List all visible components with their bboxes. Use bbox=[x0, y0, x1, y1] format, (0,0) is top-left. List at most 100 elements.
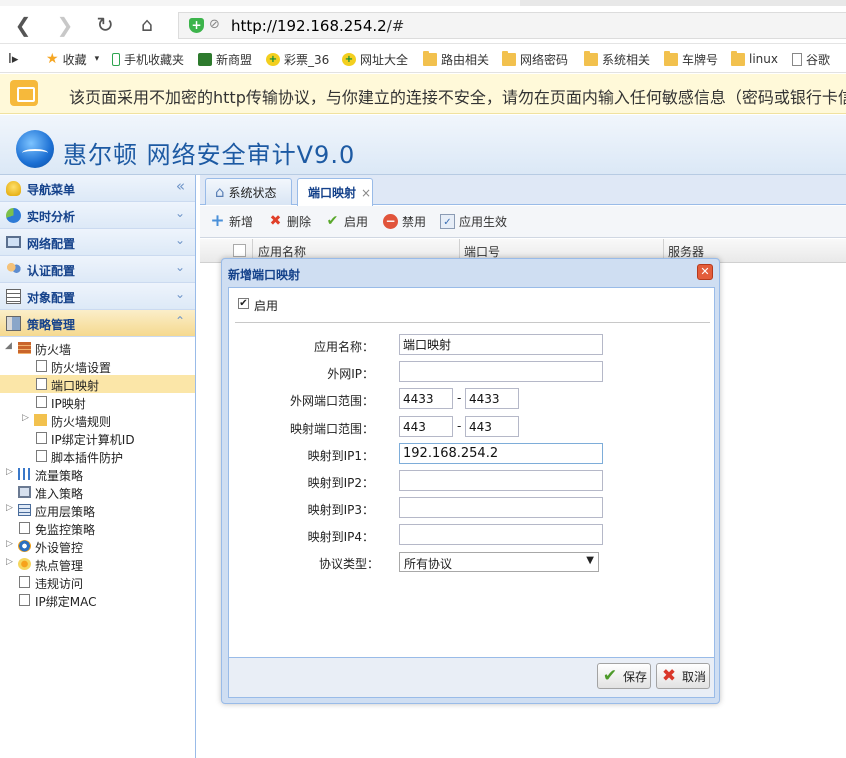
bookmark-mobile[interactable]: 手机收藏夹 bbox=[112, 51, 184, 67]
shield-icon: + bbox=[189, 18, 204, 33]
save-button[interactable]: ✔ 保存 bbox=[597, 663, 651, 689]
collapse-icon[interactable]: « bbox=[176, 177, 185, 195]
home-button[interactable]: ⌂ bbox=[134, 12, 160, 38]
dialog-body: ✔ 启用 应用名称： 外网IP： 外网端口范围： - 映射端口范围： - 映射到… bbox=[228, 287, 715, 658]
enable-checkbox[interactable]: ✔ bbox=[238, 298, 249, 309]
expand-icon[interactable]: ⌄ bbox=[175, 206, 185, 220]
wan-port-from-input[interactable] bbox=[399, 388, 453, 409]
map-port-to-input[interactable] bbox=[465, 416, 519, 437]
tree-item-firewall-rules[interactable]: ▷ 防火墙规则 bbox=[0, 411, 195, 429]
bookmark-google[interactable]: 谷歌 bbox=[792, 51, 830, 67]
bookmark-url-directory[interactable]: + 网址大全 bbox=[342, 51, 408, 67]
add-port-mapping-dialog: 新增端口映射 ✕ ✔ 启用 应用名称： 外网IP： 外网端口范围： - 映射端口… bbox=[221, 258, 720, 704]
disable-icon: − bbox=[383, 214, 398, 229]
sidebar-section-nav-menu[interactable]: 导航菜单 « bbox=[0, 175, 195, 202]
tree-collapsed-icon[interactable]: ▷ bbox=[6, 503, 13, 513]
tree-expanded-icon[interactable]: ◢ bbox=[5, 341, 12, 351]
ip3-label: 映射到IP3： bbox=[307, 503, 374, 517]
ip4-input[interactable] bbox=[399, 524, 603, 545]
tree-item-hotspot[interactable]: ▷ 热点管理 bbox=[0, 555, 195, 573]
ip2-input[interactable] bbox=[399, 470, 603, 491]
apply-button[interactable]: ✓ 应用生效 bbox=[440, 213, 507, 230]
wan-ip-input[interactable] bbox=[399, 361, 603, 382]
cancel-icon: ✖ bbox=[661, 666, 677, 686]
ip1-input[interactable] bbox=[399, 443, 603, 464]
wan-port-to-input[interactable] bbox=[465, 388, 519, 409]
tree-item-firewall-settings[interactable]: 防火墙设置 bbox=[0, 357, 195, 375]
bookmarks-bar: I▸ ★ 收藏 ▾ 手机收藏夹 新商盟 + 彩票_36 + 网址大全 路由相关 网络密码… bbox=[0, 45, 846, 73]
tree-item-ip-mapping[interactable]: IP映射 bbox=[0, 393, 195, 411]
folder-icon bbox=[664, 50, 678, 66]
tree-item-port-mapping[interactable]: 端口映射 bbox=[0, 375, 195, 393]
delete-button[interactable]: ✖ 删除 bbox=[268, 213, 311, 230]
select-all-checkbox[interactable] bbox=[233, 244, 246, 257]
back-button[interactable]: ❮ bbox=[10, 12, 36, 38]
tree-item-violation-access[interactable]: 违规访问 bbox=[0, 573, 195, 591]
bookmark-plate[interactable]: 车牌号 bbox=[664, 50, 718, 67]
flow-icon bbox=[18, 468, 31, 480]
hotspot-icon bbox=[18, 558, 31, 570]
list-icon bbox=[6, 289, 21, 304]
expand-icon[interactable]: ⌄ bbox=[175, 260, 185, 274]
dialog-close-button[interactable]: ✕ bbox=[697, 264, 713, 280]
doc-icon bbox=[36, 378, 47, 390]
tab-close-icon[interactable]: × bbox=[361, 186, 371, 200]
tree-collapsed-icon[interactable]: ▷ bbox=[6, 467, 13, 477]
tree-item-firewall[interactable]: ◢ 防火墙 bbox=[0, 339, 195, 357]
map-port-from-input[interactable] bbox=[399, 416, 453, 437]
expand-icon[interactable]: ⌄ bbox=[175, 233, 185, 247]
tree-item-ip-bind-mac[interactable]: IP绑定MAC bbox=[0, 591, 195, 609]
forward-button[interactable]: ❯ bbox=[52, 12, 78, 38]
app-title: 惠尔顿 网络安全审计V9.0 bbox=[63, 141, 356, 169]
bookmark-xinshangmeng[interactable]: 新商盟 bbox=[198, 51, 252, 67]
tree-item-monitor-exempt[interactable]: 免监控策略 bbox=[0, 519, 195, 537]
protocol-selected-value: 所有协议 bbox=[404, 557, 453, 571]
tree-collapsed-icon[interactable]: ▷ bbox=[6, 557, 13, 567]
bookmark-router[interactable]: 路由相关 bbox=[423, 50, 489, 67]
ip4-label: 映射到IP4： bbox=[307, 530, 374, 544]
bookmark-linux[interactable]: linux bbox=[731, 50, 778, 67]
tree-item-peripheral[interactable]: ▷ 外设管控 bbox=[0, 537, 195, 555]
sidebar-section-objects[interactable]: 对象配置 ⌄ bbox=[0, 283, 195, 310]
bookmark-network-password[interactable]: 网络密码 bbox=[502, 50, 568, 67]
tree-item-app-layer-policy[interactable]: ▷ 应用层策略 bbox=[0, 501, 195, 519]
add-button[interactable]: + 新增 bbox=[210, 213, 253, 230]
insecure-icon: ⊘ bbox=[209, 17, 220, 32]
address-bar[interactable]: + ⊘ http://192.168.254.2/# bbox=[178, 12, 846, 39]
disable-button[interactable]: − 禁用 bbox=[383, 213, 426, 230]
tree-item-traffic-policy[interactable]: ▷ 流量策略 bbox=[0, 465, 195, 483]
tree-item-script-plugin[interactable]: 脚本插件防护 bbox=[0, 447, 195, 465]
leaf-icon bbox=[198, 52, 212, 66]
sidebar-section-network[interactable]: 网络配置 ⌄ bbox=[0, 229, 195, 256]
cancel-button[interactable]: ✖ 取消 bbox=[656, 663, 710, 689]
bookmark-lottery[interactable]: + 彩票_36 bbox=[266, 51, 329, 67]
home-icon: ⌂ bbox=[215, 183, 225, 201]
sidebar-section-realtime[interactable]: 实时分析 ⌄ bbox=[0, 202, 195, 229]
reload-button[interactable]: ↻ bbox=[92, 12, 118, 38]
firewall-icon bbox=[18, 342, 31, 354]
tree-item-access-policy[interactable]: 准入策略 bbox=[0, 483, 195, 501]
tab-system-status[interactable]: ⌂ 系统状态 bbox=[205, 178, 292, 205]
ip1-label: 映射到IP1： bbox=[307, 449, 374, 463]
sidebar-toggle-icon[interactable]: I▸ bbox=[8, 51, 18, 67]
bookmark-favorites[interactable]: ★ 收藏 ▾ bbox=[46, 51, 99, 67]
folder-icon bbox=[584, 50, 598, 66]
tab-port-mapping[interactable]: 端口映射 × bbox=[297, 178, 373, 206]
protocol-select[interactable]: 所有协议 ▼ bbox=[399, 552, 599, 572]
tree-collapsed-icon[interactable]: ▷ bbox=[6, 539, 13, 549]
sidebar-section-policy[interactable]: 策略管理 ⌃ bbox=[0, 310, 195, 337]
policy-tree: ◢ 防火墙 防火墙设置 端口映射 IP映射 ▷ 防火墙规则 IP绑定计算机ID … bbox=[0, 337, 195, 609]
tree-collapsed-icon[interactable]: ▷ bbox=[22, 413, 29, 423]
map-port-range-label: 映射端口范围： bbox=[289, 422, 374, 436]
collapse-icon[interactable]: ⌃ bbox=[175, 314, 185, 328]
enable-button[interactable]: ✔ 启用 bbox=[325, 213, 368, 230]
bookmark-system[interactable]: 系统相关 bbox=[584, 50, 650, 67]
ip3-input[interactable] bbox=[399, 497, 603, 518]
folder-icon bbox=[731, 50, 745, 66]
tree-item-ip-bind-computer[interactable]: IP绑定计算机ID bbox=[0, 429, 195, 447]
forward-arrow-icon: ❯ bbox=[56, 13, 74, 37]
logo-icon bbox=[16, 130, 54, 168]
sidebar-section-auth[interactable]: 认证配置 ⌄ bbox=[0, 256, 195, 283]
app-name-input[interactable] bbox=[399, 334, 603, 355]
expand-icon[interactable]: ⌄ bbox=[175, 287, 185, 301]
